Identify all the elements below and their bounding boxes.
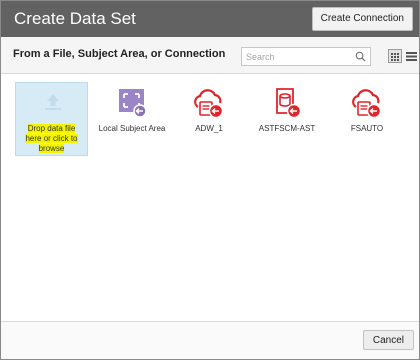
drop-line-2: here or click to xyxy=(25,134,78,143)
dialog-footer: Cancel xyxy=(1,321,419,359)
cloud-connection-icon xyxy=(194,89,224,119)
source-tile-fsauto[interactable]: FSAUTO xyxy=(329,82,405,160)
grid-view-button[interactable] xyxy=(388,49,402,63)
database-connection-icon xyxy=(276,88,302,119)
dialog-header: Create Data Set Create Connection xyxy=(1,1,419,37)
create-connection-button[interactable]: Create Connection xyxy=(311,7,413,31)
search-icon[interactable] xyxy=(355,51,366,62)
source-heading: From a File, Subject Area, or Connection xyxy=(13,48,226,60)
subject-area-icon xyxy=(119,89,147,118)
file-drop-zone[interactable]: Drop data file here or click to browse xyxy=(15,82,88,156)
drop-instructions: Drop data file here or click to browse xyxy=(19,124,84,154)
list-view-icon[interactable] xyxy=(406,49,417,63)
search-input[interactable] xyxy=(246,49,346,64)
source-tile-local-subject-area[interactable]: Local Subject Area xyxy=(94,82,170,160)
create-data-set-dialog: Create Data Set Create Connection From a… xyxy=(0,0,420,360)
cancel-button[interactable]: Cancel xyxy=(362,330,414,350)
cloud-connection-icon xyxy=(352,89,382,119)
drop-line-3: browse xyxy=(38,144,65,153)
search-field[interactable] xyxy=(241,47,371,66)
grid-view-icon xyxy=(391,53,399,61)
drop-line-1: Drop data file xyxy=(27,124,76,133)
source-label: FSAUTO xyxy=(350,124,384,133)
upload-arrow-icon xyxy=(45,94,61,110)
source-tile-astfscm-ast[interactable]: ASTFSCM-AST xyxy=(249,82,325,160)
source-toolbar: From a File, Subject Area, or Connection xyxy=(1,37,419,74)
dialog-title: Create Data Set xyxy=(14,9,136,28)
source-tile-adw-1[interactable]: ADW_1 xyxy=(171,82,247,160)
